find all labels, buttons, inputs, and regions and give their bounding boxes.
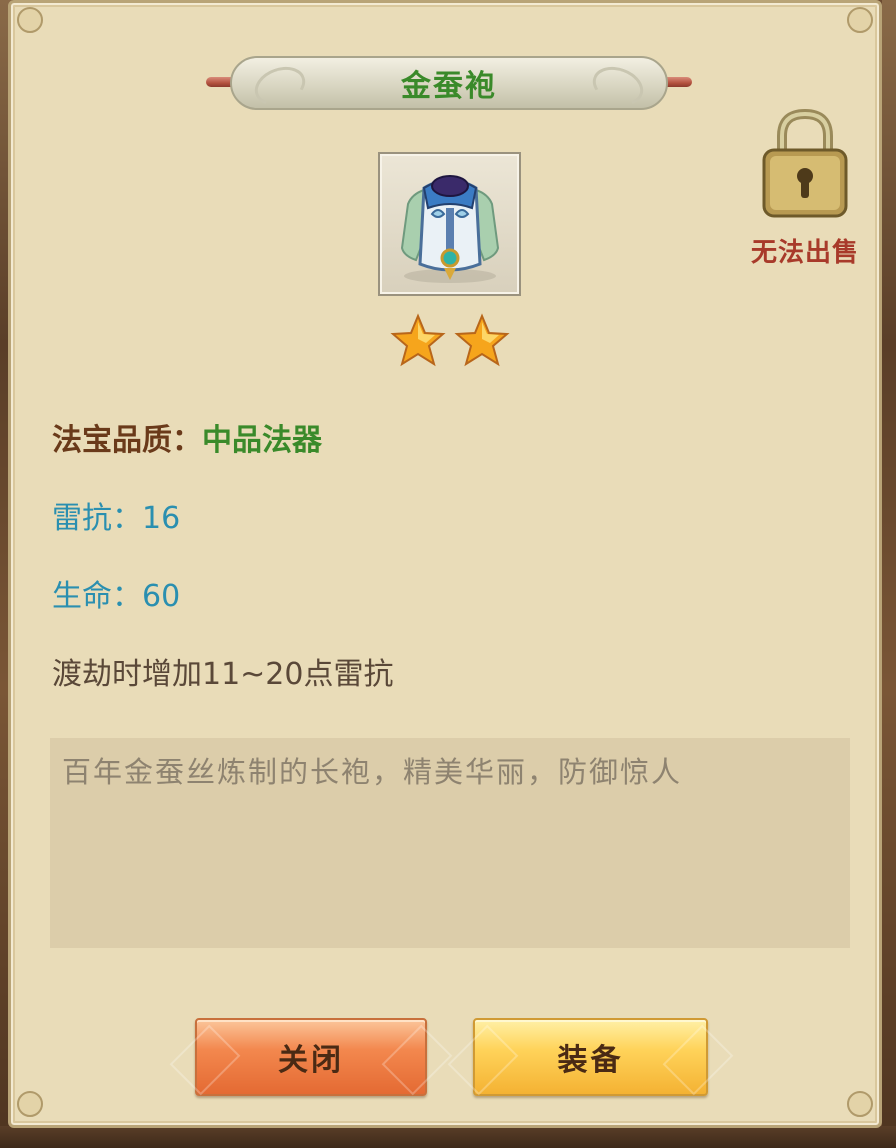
thunder-resist-stat: 雷抗：16 (52, 501, 181, 536)
title-banner: 金蚕袍 (230, 56, 668, 112)
cloud-ornament-icon (587, 60, 649, 112)
quality-value: 中品法器 (202, 423, 322, 458)
corner-ornament (847, 1091, 873, 1117)
silkworm-robe-icon (400, 175, 500, 283)
item-icon-frame (378, 152, 521, 296)
star-icon (454, 313, 510, 367)
description-text: 百年金蚕丝炼制的长袍，精美华丽，防御惊人 (62, 755, 683, 789)
corner-ornament (17, 1091, 43, 1117)
special-effect-text: 渡劫时增加11~20点雷抗 (52, 657, 394, 692)
item-name: 金蚕袍 (401, 69, 497, 104)
close-button-label: 关闭 (278, 1043, 344, 1078)
lock-icon (762, 108, 848, 218)
quality-row: 法宝品质：中品法器 (52, 421, 322, 461)
close-button[interactable]: 关闭 (169, 1018, 453, 1096)
corner-ornament (847, 7, 873, 33)
corner-ornament (17, 7, 43, 33)
background-edge-bottom (0, 1126, 896, 1148)
quality-label: 法宝品质： (52, 423, 202, 458)
cloud-ornament-icon (249, 60, 311, 112)
star-rating (390, 313, 512, 369)
unsellable-label: 无法出售 (750, 238, 859, 268)
equip-button[interactable]: 装备 (447, 1018, 734, 1096)
life-stat: 生命：60 (52, 579, 181, 614)
star-icon (390, 313, 446, 367)
background-edge-right (882, 0, 896, 1148)
equip-button-label: 装备 (557, 1043, 624, 1078)
description-box: 百年金蚕丝炼制的长袍，精美华丽，防御惊人 (50, 738, 850, 948)
